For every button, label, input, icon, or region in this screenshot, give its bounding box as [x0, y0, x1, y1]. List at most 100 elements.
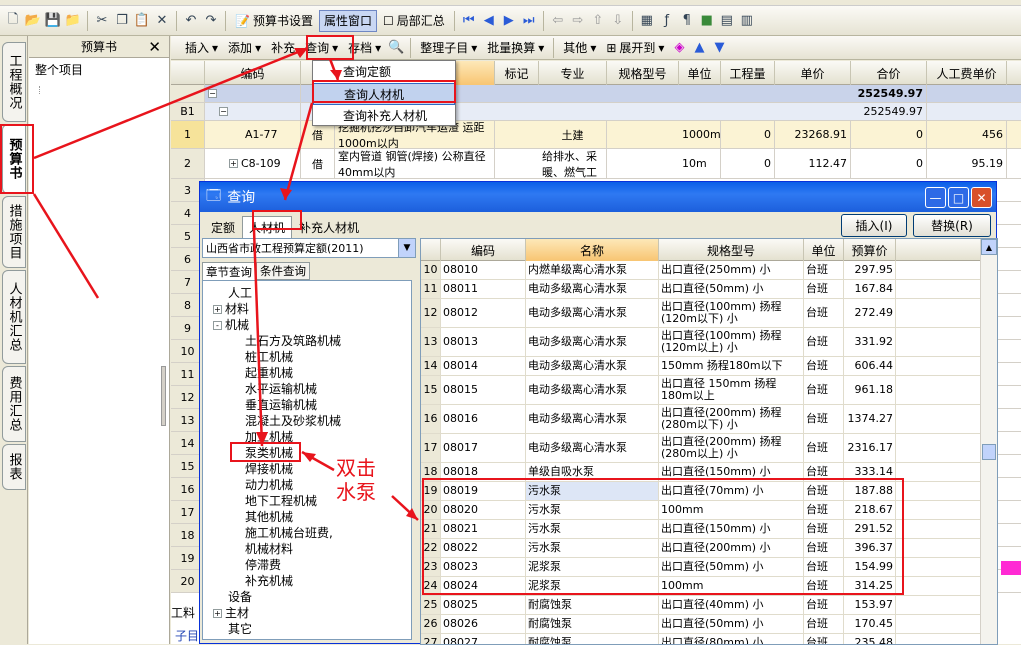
tree-item[interactable]: 补充机械: [203, 573, 411, 589]
collapse-icon[interactable]: −: [219, 107, 228, 116]
tab-project-overview[interactable]: 工程概况: [2, 42, 26, 122]
move-down-icon[interactable]: ⇩: [609, 12, 627, 30]
dialog-titlebar[interactable]: 🗔 查询 — □ ✕: [200, 182, 996, 212]
open-folder-icon[interactable]: 📂: [24, 12, 42, 30]
chart-window-icon[interactable]: ▤: [718, 12, 736, 30]
add-button[interactable]: 添加 ▾: [224, 37, 265, 59]
table-row[interactable]: 2 + C8-109 借 室内管道 钢管(焊接) 公称直径 40mm以内 给排水、…: [171, 149, 1021, 179]
paste-icon[interactable]: 📋: [133, 12, 151, 30]
scroll-thumb[interactable]: [982, 444, 996, 460]
list-item[interactable]: 14 08014 电动多级离心清水泵 150mm 扬程180m以下 台班 606.44: [421, 357, 981, 376]
arrow-up-icon[interactable]: ▲: [690, 39, 708, 57]
tree-item[interactable]: 地下工程机械: [203, 493, 411, 509]
tab-fee-summary[interactable]: 费用汇总: [2, 366, 26, 442]
col-header-total[interactable]: 合价: [851, 61, 927, 85]
expand-icon[interactable]: +: [213, 609, 222, 618]
tree-item[interactable]: 施工机械台班费,: [203, 525, 411, 541]
col-header-quantity[interactable]: 工程量: [721, 61, 775, 85]
replace-button[interactable]: 替换(R): [913, 214, 991, 237]
redo-icon[interactable]: ↷: [202, 12, 220, 30]
move-right-icon[interactable]: ⇨: [569, 12, 587, 30]
minimize-icon[interactable]: —: [925, 187, 946, 208]
tree-item[interactable]: 水平运输机械: [203, 381, 411, 397]
copy-icon[interactable]: ❐: [113, 12, 131, 30]
col-header-price[interactable]: 预算价: [844, 239, 896, 261]
tree-item[interactable]: + 材料: [203, 301, 411, 317]
col-header-labor-price[interactable]: 人工费单价: [927, 61, 1007, 85]
list-item[interactable]: 10 08010 内燃单级离心清水泵 出口直径(250mm) 小台班 297.95: [421, 261, 981, 280]
tab-measures[interactable]: 措施项目: [2, 196, 26, 268]
bottom-tab-items[interactable]: 子目: [175, 627, 201, 644]
open-project-icon[interactable]: 📁: [64, 12, 82, 30]
formula-icon[interactable]: ƒ: [658, 12, 676, 30]
tree-item[interactable]: 桩工机械: [203, 349, 411, 365]
tree-item[interactable]: 混凝土及砂浆机械: [203, 413, 411, 429]
col-header-unit[interactable]: 单位: [679, 61, 721, 85]
collapse-icon[interactable]: -: [213, 321, 222, 330]
col-header-unit-price[interactable]: 单价: [775, 61, 851, 85]
list-window-icon[interactable]: ▥: [738, 12, 756, 30]
bottom-tab-resources[interactable]: 工料: [171, 604, 201, 624]
supplement-button[interactable]: 补充: [267, 37, 299, 59]
list-item[interactable]: 27 08027 耐腐蚀泵 出口直径(80mm) 小台班 235.48: [421, 634, 981, 644]
norm-library-select[interactable]: 山西省市政工程预算定额(2011) ▼: [202, 238, 416, 258]
binoculars-icon[interactable]: 🔍: [387, 39, 405, 57]
other-button[interactable]: 其他 ▾: [559, 37, 600, 59]
batch-convert-button[interactable]: 批量换算 ▾: [483, 37, 548, 59]
list-item[interactable]: 26 08026 耐腐蚀泵 出口直径(50mm) 小台班 170.45: [421, 615, 981, 634]
list-item[interactable]: 16 08016 电动多级离心清水泵 出口直径(200mm) 扬程(280m以下) 小…: [421, 405, 981, 434]
scroll-up-icon[interactable]: ▲: [981, 239, 997, 255]
menu-item-query-supplement-resources[interactable]: 查询补充人材机: [313, 105, 455, 127]
table-row[interactable]: 1 A1-77 借 挖掘机挖沙自卸汽车运渣 运距 1000m以内 土建 1000…: [171, 121, 1021, 149]
col-header-code[interactable]: 编码: [205, 61, 301, 85]
list-item[interactable]: 15 08015 电动多级离心清水泵 出口直径 150mm 扬程180m以上 台班 961…: [421, 376, 981, 405]
cube-icon[interactable]: ■: [698, 12, 716, 30]
insert-button[interactable]: 插入(I): [841, 214, 907, 237]
tree-item[interactable]: 其它: [203, 621, 411, 637]
close-icon[interactable]: ✕: [148, 38, 161, 56]
tab-norm[interactable]: 定额: [204, 216, 242, 238]
collapse-icon[interactable]: −: [208, 89, 217, 98]
next-icon[interactable]: ▶: [500, 12, 518, 30]
list-item[interactable]: 13 08013 电动多级离心清水泵 出口直径(100mm) 扬程(120m以上) 小…: [421, 328, 981, 357]
cut-icon[interactable]: ✂: [93, 12, 111, 30]
tab-resources-summary[interactable]: 人材机汇总: [2, 270, 26, 364]
tree-item[interactable]: - 机械: [203, 317, 411, 333]
tree-item[interactable]: 焊接机械: [203, 461, 411, 477]
expand-to-button[interactable]: ⊞ 展开到 ▾: [602, 37, 668, 59]
tab-condition-query[interactable]: 条件查询: [256, 262, 310, 280]
tree-item[interactable]: 人工: [203, 285, 411, 301]
move-up-icon[interactable]: ⇧: [589, 12, 607, 30]
close-icon[interactable]: ✕: [971, 187, 992, 208]
col-header-unit[interactable]: 单位: [804, 239, 844, 261]
tab-reports[interactable]: 报表: [2, 444, 26, 490]
arrow-down-icon[interactable]: ▼: [710, 39, 728, 57]
expand-icon[interactable]: +: [229, 159, 238, 168]
col-header-spec[interactable]: 规格型号: [607, 61, 679, 85]
last-icon[interactable]: ⏭: [520, 12, 538, 30]
tab-supplement-resources[interactable]: 补充人材机: [292, 216, 366, 238]
col-header-discipline[interactable]: 专业: [539, 61, 607, 85]
table-row-total[interactable]: − 252549.97: [171, 85, 1021, 103]
calculator-icon[interactable]: ▦: [638, 12, 656, 30]
undo-icon[interactable]: ↶: [182, 12, 200, 30]
tree-item[interactable]: 动力机械: [203, 477, 411, 493]
vertical-scrollbar[interactable]: ▲: [980, 239, 997, 644]
local-summary-button[interactable]: ☐ 局部汇总: [379, 10, 449, 32]
tree-item[interactable]: 其他机械: [203, 509, 411, 525]
splitter-handle[interactable]: [161, 366, 166, 426]
delete-icon[interactable]: ✕: [153, 12, 171, 30]
budget-settings-button[interactable]: 📝 预算书设置: [231, 10, 317, 32]
chevron-down-icon[interactable]: ▼: [398, 239, 415, 257]
col-header-mark[interactable]: 标记: [495, 61, 539, 85]
col-header-name[interactable]: 名称: [526, 239, 659, 261]
tab-chapter-query[interactable]: 章节查询: [202, 262, 256, 280]
fill-color-icon[interactable]: ◈: [670, 39, 688, 57]
new-file-icon[interactable]: 🗋: [4, 12, 22, 30]
tree-item[interactable]: 设备: [203, 589, 411, 605]
save-icon[interactable]: 💾: [44, 12, 62, 30]
col-header-spec[interactable]: 规格型号: [659, 239, 804, 261]
expand-icon[interactable]: +: [213, 305, 222, 314]
col-header-code[interactable]: 编码: [441, 239, 526, 261]
tree-item[interactable]: 机械材料: [203, 541, 411, 557]
